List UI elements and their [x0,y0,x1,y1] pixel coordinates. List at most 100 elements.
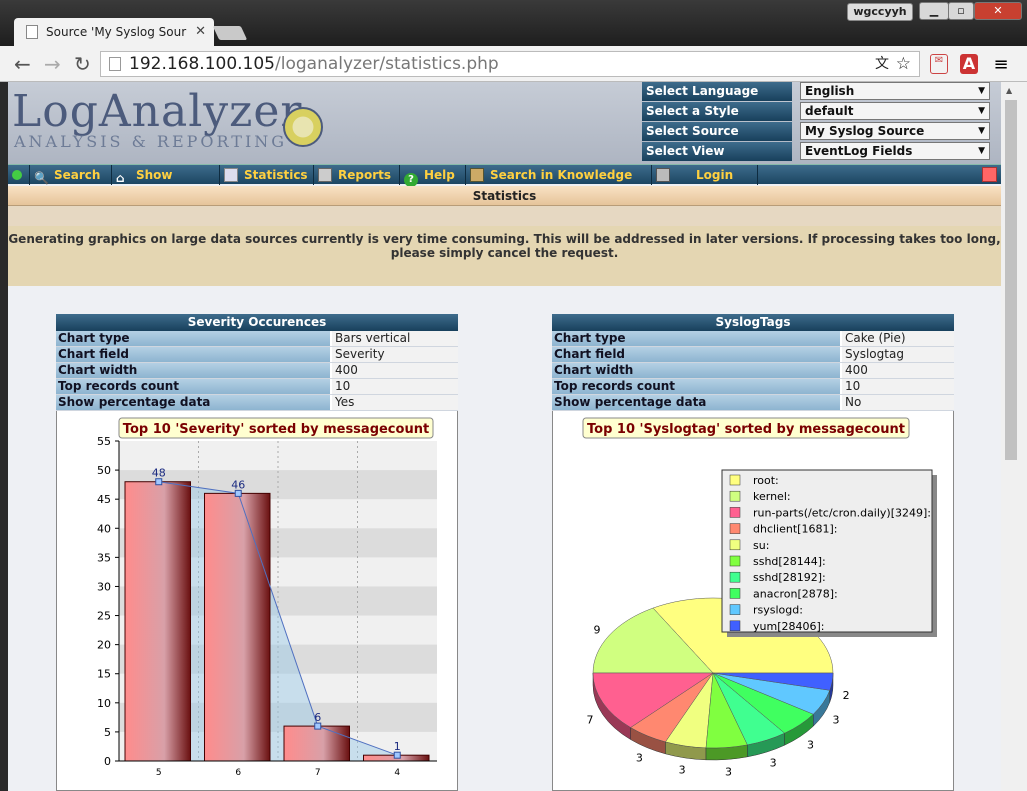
help-icon: ? [404,173,418,187]
row-value: Cake (Pie) [842,331,954,346]
menu-statistics[interactable]: Statistics [220,165,314,185]
table-row: Chart type Bars vertical [56,331,458,347]
menu-help-label: Help [424,168,455,182]
row-key: Show percentage data [552,395,842,410]
bar [283,725,350,762]
close-window-icon[interactable]: ✕ [974,2,1022,20]
row-key: Top records count [56,379,332,394]
legend-label: yum[28406]: [753,620,824,633]
table-row: Chart width 400 [552,363,954,379]
row-value: Yes [332,395,458,410]
menu-icon[interactable]: ≡ [992,54,1010,75]
panel-title: SyslogTags [552,314,954,331]
y-tick-label: 45 [97,493,111,506]
page-info-icon[interactable] [109,57,121,71]
extension-icon[interactable]: ✉ [930,54,948,74]
info-band [8,206,1001,226]
back-icon[interactable]: ← [14,52,31,76]
table-row: Chart field Syslogtag [552,347,954,363]
page-content: LogAnalyzer ANALYSIS & REPORTING Select … [8,82,1001,791]
menu-help[interactable]: ? Help [400,165,466,187]
row-key: Chart field [552,347,842,362]
logo-subtitle: ANALYSIS & REPORTING [14,132,288,151]
legend-label: run-parts(/etc/cron.daily)[3249]: [753,506,931,519]
table-row: Top records count 10 [552,379,954,395]
row-value: 10 [842,379,954,394]
y-tick-label: 30 [97,580,111,593]
menu-reports-label: Reports [338,168,392,182]
row-value: Bars vertical [332,331,458,346]
style-select[interactable]: default [800,102,990,120]
view-select[interactable]: EventLog Fields [800,142,990,160]
table-row: Top records count 10 [56,379,458,395]
data-label: 48 [152,467,166,480]
calendar-icon[interactable] [982,167,997,182]
row-key: Chart width [56,363,332,378]
acrobat-icon[interactable]: A [960,54,978,74]
legend-swatch [729,555,741,567]
legend-swatch [729,539,741,551]
logo[interactable]: LogAnalyzer [12,86,302,137]
app-header: LogAnalyzer ANALYSIS & REPORTING Select … [8,82,1001,164]
translate-icon[interactable]: 文 [875,52,889,76]
menu-knowledge-base[interactable]: Search in Knowledge Base [466,165,652,202]
bookmark-star-icon[interactable]: ☆ [896,52,911,76]
language-label: Select Language [642,82,792,101]
row-value: 400 [842,363,954,378]
legend-label: dhclient[1681]: [753,523,837,536]
y-tick-label: 10 [97,697,111,710]
x-tick-label: 7 [315,768,321,778]
menu-show-events[interactable]: ⌂Show Events [112,165,220,202]
scroll-up-icon[interactable]: ▲ [1006,86,1012,95]
user-badge[interactable]: wgccyyh [847,3,913,21]
table-row: Show percentage data Yes [56,395,458,411]
y-tick-label: 35 [97,551,111,564]
address-bar[interactable]: 192.168.100.105/loganalyzer/statistics.p… [100,51,920,77]
chart-title: Top 10 'Syslogtag' sorted by messagecoun… [587,422,905,437]
data-label: 6 [314,711,321,724]
close-tab-icon[interactable]: ✕ [195,24,206,39]
pie-value-label: 3 [725,765,732,778]
scrollbar[interactable]: ▲ [1001,82,1027,791]
legend-swatch [729,474,741,486]
page-title: Statistics [8,186,1001,206]
view-select-row: Select View EventLog Fields [642,142,992,162]
forward-icon[interactable]: → [44,52,61,76]
row-key: Chart type [552,331,842,346]
style-label: Select a Style [642,102,792,121]
bar-chart-svg: 48466105101520253035404550555 6 7 4Top 10 '… [97,417,437,778]
source-select[interactable]: My Syslog Source [800,122,990,140]
source-select-row: Select Source My Syslog Source [642,122,992,142]
browser-tab[interactable]: Source 'My Syslog Sour ✕ [14,18,214,46]
row-value: No [842,395,954,410]
new-tab-button[interactable] [212,26,248,40]
main-menu: 🔍Search ⌂Show Events Statistics Reports … [8,164,1001,202]
reload-icon[interactable]: ↻ [74,52,91,76]
language-select-row: Select Language English [642,82,992,102]
maximize-icon[interactable]: ▫ [948,2,974,20]
menu-login[interactable]: Login [652,165,758,185]
menu-reports[interactable]: Reports [314,165,400,185]
panel-title: Severity Occurences [56,314,458,331]
language-select[interactable]: English [800,82,990,100]
row-value: 10 [332,379,458,394]
menu-search[interactable]: 🔍 Search [30,165,112,185]
scrollbar-thumb[interactable] [1005,100,1017,460]
url-path: /loganalyzer/statistics.php [275,54,499,74]
y-tick-label: 25 [97,610,111,623]
legend-label: su: [753,539,769,552]
legend-label: root: [753,474,779,487]
home-icon: ⌂ [116,171,125,185]
minimize-icon[interactable]: ▁ [919,2,949,20]
row-key: Chart field [56,347,332,362]
y-tick-label: 15 [97,668,111,681]
legend-swatch [729,604,741,615]
pie-chart-svg: Top 10 'Syslogtag' sorted by messagecoun… [582,417,937,778]
report-icon [318,168,332,182]
bar [204,492,271,762]
pie-value-label: 3 [833,713,840,726]
y-tick-label: 55 [97,435,111,448]
severity-panel: Severity Occurences Chart type Bars verti… [56,314,458,791]
legend-label: kernel: [753,490,791,503]
green-dot-icon [12,170,22,180]
